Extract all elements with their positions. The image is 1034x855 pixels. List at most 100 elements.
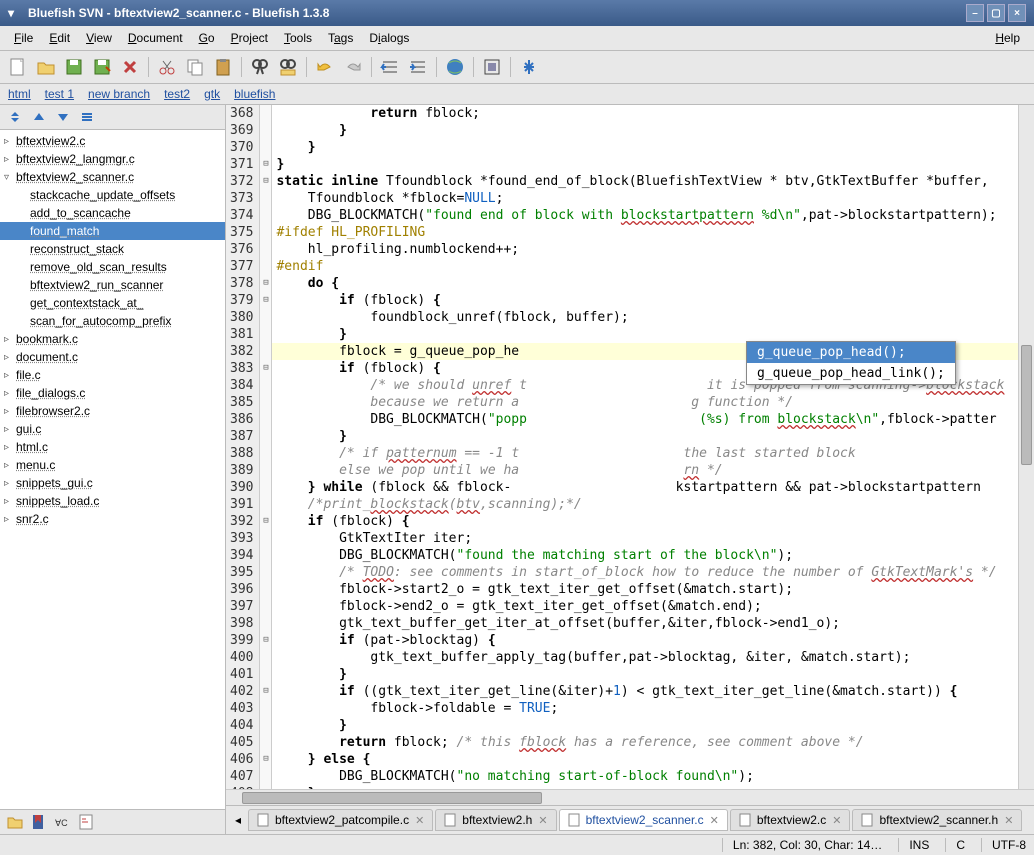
indent-icon[interactable] — [406, 55, 430, 79]
close-button[interactable]: × — [1008, 4, 1026, 22]
tree-item[interactable]: found_match — [0, 222, 225, 240]
tree-item[interactable]: get_contextstack_at_ — [0, 294, 225, 312]
tree-item[interactable]: ▹bftextview2.c — [0, 132, 225, 150]
quickbar-link[interactable]: new branch — [88, 87, 150, 101]
tree-item[interactable]: ▿bftextview2_scanner.c — [0, 168, 225, 186]
tab-scroll-left-icon[interactable]: ◂ — [230, 808, 246, 832]
close-tab-icon[interactable]: ✕ — [415, 814, 424, 827]
unindent-icon[interactable] — [378, 55, 402, 79]
tree-item[interactable]: ▹bftextview2_langmgr.c — [0, 150, 225, 168]
menu-tools[interactable]: Tools — [276, 28, 320, 48]
symbol-tree[interactable]: ▹bftextview2.c▹bftextview2_langmgr.c▿bft… — [0, 130, 225, 809]
snippet-icon[interactable] — [78, 813, 96, 831]
tree-item[interactable]: scan_for_autocomp_prefix — [0, 312, 225, 330]
paste-icon[interactable] — [211, 55, 235, 79]
close-file-icon[interactable] — [118, 55, 142, 79]
tree-item[interactable]: remove_old_scan_results — [0, 258, 225, 276]
maximize-button[interactable]: ▢ — [987, 4, 1005, 22]
menu-view[interactable]: View — [78, 28, 120, 48]
close-tab-icon[interactable]: ✕ — [1004, 814, 1013, 827]
quickbar-link[interactable]: test2 — [164, 87, 190, 101]
expand-icon[interactable]: ▹ — [4, 406, 14, 417]
expand-icon[interactable]: ▹ — [4, 478, 14, 489]
tree-item[interactable]: stackcache_update_offsets — [0, 186, 225, 204]
tree-item[interactable]: ▹bookmark.c — [0, 330, 225, 348]
menu-dialogs[interactable]: Dialogs — [361, 28, 417, 48]
menu-tags[interactable]: Tags — [320, 28, 361, 48]
autocomplete-item[interactable]: g_queue_pop_head(); — [747, 342, 955, 363]
autocomplete-item[interactable]: g_queue_pop_head_link(); — [747, 363, 955, 384]
tree-item[interactable]: reconstruct_stack — [0, 240, 225, 258]
menu-file[interactable]: File — [6, 28, 41, 48]
vertical-scrollbar[interactable] — [1018, 105, 1034, 789]
close-tab-icon[interactable]: ✕ — [710, 814, 719, 827]
close-tab-icon[interactable]: ✕ — [538, 814, 547, 827]
menu-edit[interactable]: Edit — [41, 28, 78, 48]
preferences-icon[interactable] — [517, 55, 541, 79]
nav-updown-icon[interactable] — [6, 108, 24, 126]
fold-column[interactable]: ⊟⊟⊟⊟⊟⊟⊟⊟⊟ — [260, 105, 272, 789]
file-tab[interactable]: bftextview2_scanner.c✕ — [559, 809, 728, 831]
tree-item[interactable]: ▹filebrowser2.c — [0, 402, 225, 420]
tree-item[interactable]: ▹snippets_gui.c — [0, 474, 225, 492]
code-view[interactable]: 3683693703713723733743753763773783793803… — [226, 105, 1034, 789]
undo-icon[interactable] — [313, 55, 337, 79]
bookmark-icon[interactable] — [30, 813, 48, 831]
file-tab[interactable]: bftextview2.h✕ — [435, 809, 556, 831]
expand-icon[interactable]: ▹ — [4, 136, 14, 147]
save-icon[interactable] — [62, 55, 86, 79]
expand-icon[interactable]: ▹ — [4, 154, 14, 165]
tree-item[interactable]: ▹snippets_load.c — [0, 492, 225, 510]
expand-icon[interactable]: ▹ — [4, 370, 14, 381]
close-tab-icon[interactable]: ✕ — [832, 814, 841, 827]
code-text[interactable]: return fblock; } }}static inline Tfoundb… — [272, 105, 1018, 789]
menu-project[interactable]: Project — [223, 28, 276, 48]
expand-icon[interactable]: ▹ — [4, 352, 14, 363]
expand-icon[interactable]: ▹ — [4, 388, 14, 399]
menu-document[interactable]: Document — [120, 28, 191, 48]
redo-icon[interactable] — [341, 55, 365, 79]
save-as-icon[interactable] — [90, 55, 114, 79]
expand-icon[interactable]: ▹ — [4, 442, 14, 453]
chars-icon[interactable]: ∀C — [54, 813, 72, 831]
expand-icon[interactable]: ▹ — [4, 334, 14, 345]
minimize-button[interactable]: – — [966, 4, 984, 22]
copy-icon[interactable] — [183, 55, 207, 79]
nav-down-icon[interactable] — [54, 108, 72, 126]
file-tab[interactable]: bftextview2_patcompile.c✕ — [248, 809, 433, 831]
menu-help[interactable]: Help — [987, 28, 1028, 48]
find-icon[interactable] — [248, 55, 272, 79]
autocomplete-popup[interactable]: g_queue_pop_head();g_queue_pop_head_link… — [746, 341, 956, 385]
quickbar-link[interactable]: bluefish — [234, 87, 275, 101]
scrollbar-thumb[interactable] — [242, 792, 542, 804]
cut-icon[interactable] — [155, 55, 179, 79]
scrollbar-thumb[interactable] — [1021, 345, 1032, 465]
find-replace-icon[interactable] — [276, 55, 300, 79]
tree-item[interactable]: ▹snr2.c — [0, 510, 225, 528]
tree-item[interactable]: ▹file.c — [0, 366, 225, 384]
menu-go[interactable]: Go — [191, 28, 223, 48]
preview-icon[interactable] — [443, 55, 467, 79]
quickbar-link[interactable]: gtk — [204, 87, 220, 101]
folder-icon[interactable] — [6, 813, 24, 831]
expand-icon[interactable]: ▹ — [4, 424, 14, 435]
expand-icon[interactable]: ▹ — [4, 496, 14, 507]
open-file-icon[interactable] — [34, 55, 58, 79]
expand-icon[interactable]: ▹ — [4, 514, 14, 525]
horizontal-scrollbar[interactable] — [226, 789, 1034, 805]
tree-item[interactable]: ▹document.c — [0, 348, 225, 366]
nav-up-icon[interactable] — [30, 108, 48, 126]
nav-settings-icon[interactable] — [78, 108, 96, 126]
expand-icon[interactable]: ▿ — [4, 172, 14, 183]
tree-item[interactable]: ▹gui.c — [0, 420, 225, 438]
tree-item[interactable]: bftextview2_run_scanner — [0, 276, 225, 294]
expand-icon[interactable]: ▹ — [4, 460, 14, 471]
fullscreen-icon[interactable] — [480, 55, 504, 79]
quickbar-link[interactable]: test 1 — [45, 87, 74, 101]
new-file-icon[interactable] — [6, 55, 30, 79]
tree-item[interactable]: ▹html.c — [0, 438, 225, 456]
tree-item[interactable]: ▹file_dialogs.c — [0, 384, 225, 402]
quickbar-link[interactable]: html — [8, 87, 31, 101]
file-tab[interactable]: bftextview2_scanner.h✕ — [852, 809, 1022, 831]
tree-item[interactable]: add_to_scancache — [0, 204, 225, 222]
